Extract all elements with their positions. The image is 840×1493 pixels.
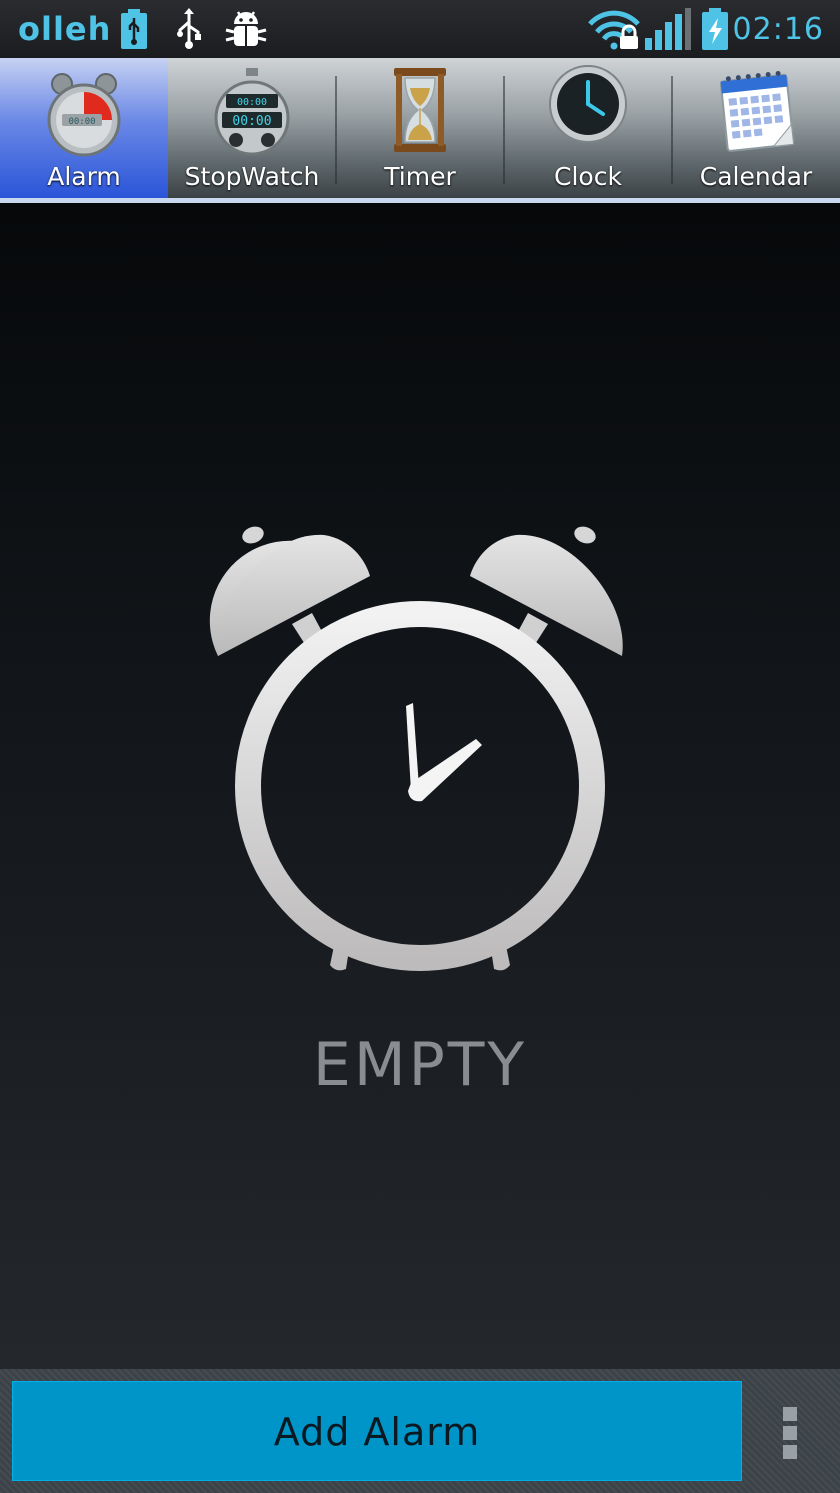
tab-label-alarm: Alarm [47,162,121,191]
bottom-action-bar: Add Alarm [0,1369,840,1493]
hourglass-icon [394,68,446,152]
usb-icon [177,8,201,49]
stopwatch-icon: 00:00 00:00 [214,68,290,156]
menu-dot [783,1407,797,1421]
alarm-list-area: EMPTY [0,203,840,1369]
add-alarm-button[interactable]: Add Alarm [12,1381,742,1481]
battery-charging-icon [702,8,728,50]
tab-label-calendar: Calendar [699,162,813,191]
tab-label-stopwatch: StopWatch [184,162,320,191]
svg-text:00:00: 00:00 [237,97,267,108]
empty-state-label: EMPTY [312,1030,528,1100]
wifi-locked-icon [588,10,640,50]
signal-icon [645,8,691,50]
usb-battery-icon [121,9,147,49]
svg-text:00:00: 00:00 [68,117,95,127]
overflow-menu-icon[interactable] [774,1399,808,1469]
carrier-label: olleh [18,10,112,48]
menu-dot [783,1445,797,1459]
tab-bar: 00:00 Alarm 00:00 00:00 StopWatch Timer … [0,58,840,198]
clock-icon [549,65,627,143]
status-bar: olleh 02:16 [0,0,840,58]
calendar-icon [719,70,795,152]
tab-label-clock: Clock [554,162,622,191]
tab-stopwatch[interactable]: 00:00 00:00 StopWatch [168,58,336,198]
android-debug-icon [225,11,267,46]
tab-label-timer: Timer [384,162,456,191]
alarm-clock-icon: 00:00 [47,73,121,157]
tab-timer[interactable]: Timer [336,58,504,198]
svg-text:00:00: 00:00 [232,114,271,129]
menu-dot [783,1426,797,1440]
tab-calendar[interactable]: Calendar [672,58,840,198]
status-time: 02:16 [732,12,824,47]
empty-alarm-clock-icon [209,526,623,971]
tab-clock[interactable]: Clock [504,58,672,198]
tab-alarm[interactable]: 00:00 Alarm [0,58,168,198]
